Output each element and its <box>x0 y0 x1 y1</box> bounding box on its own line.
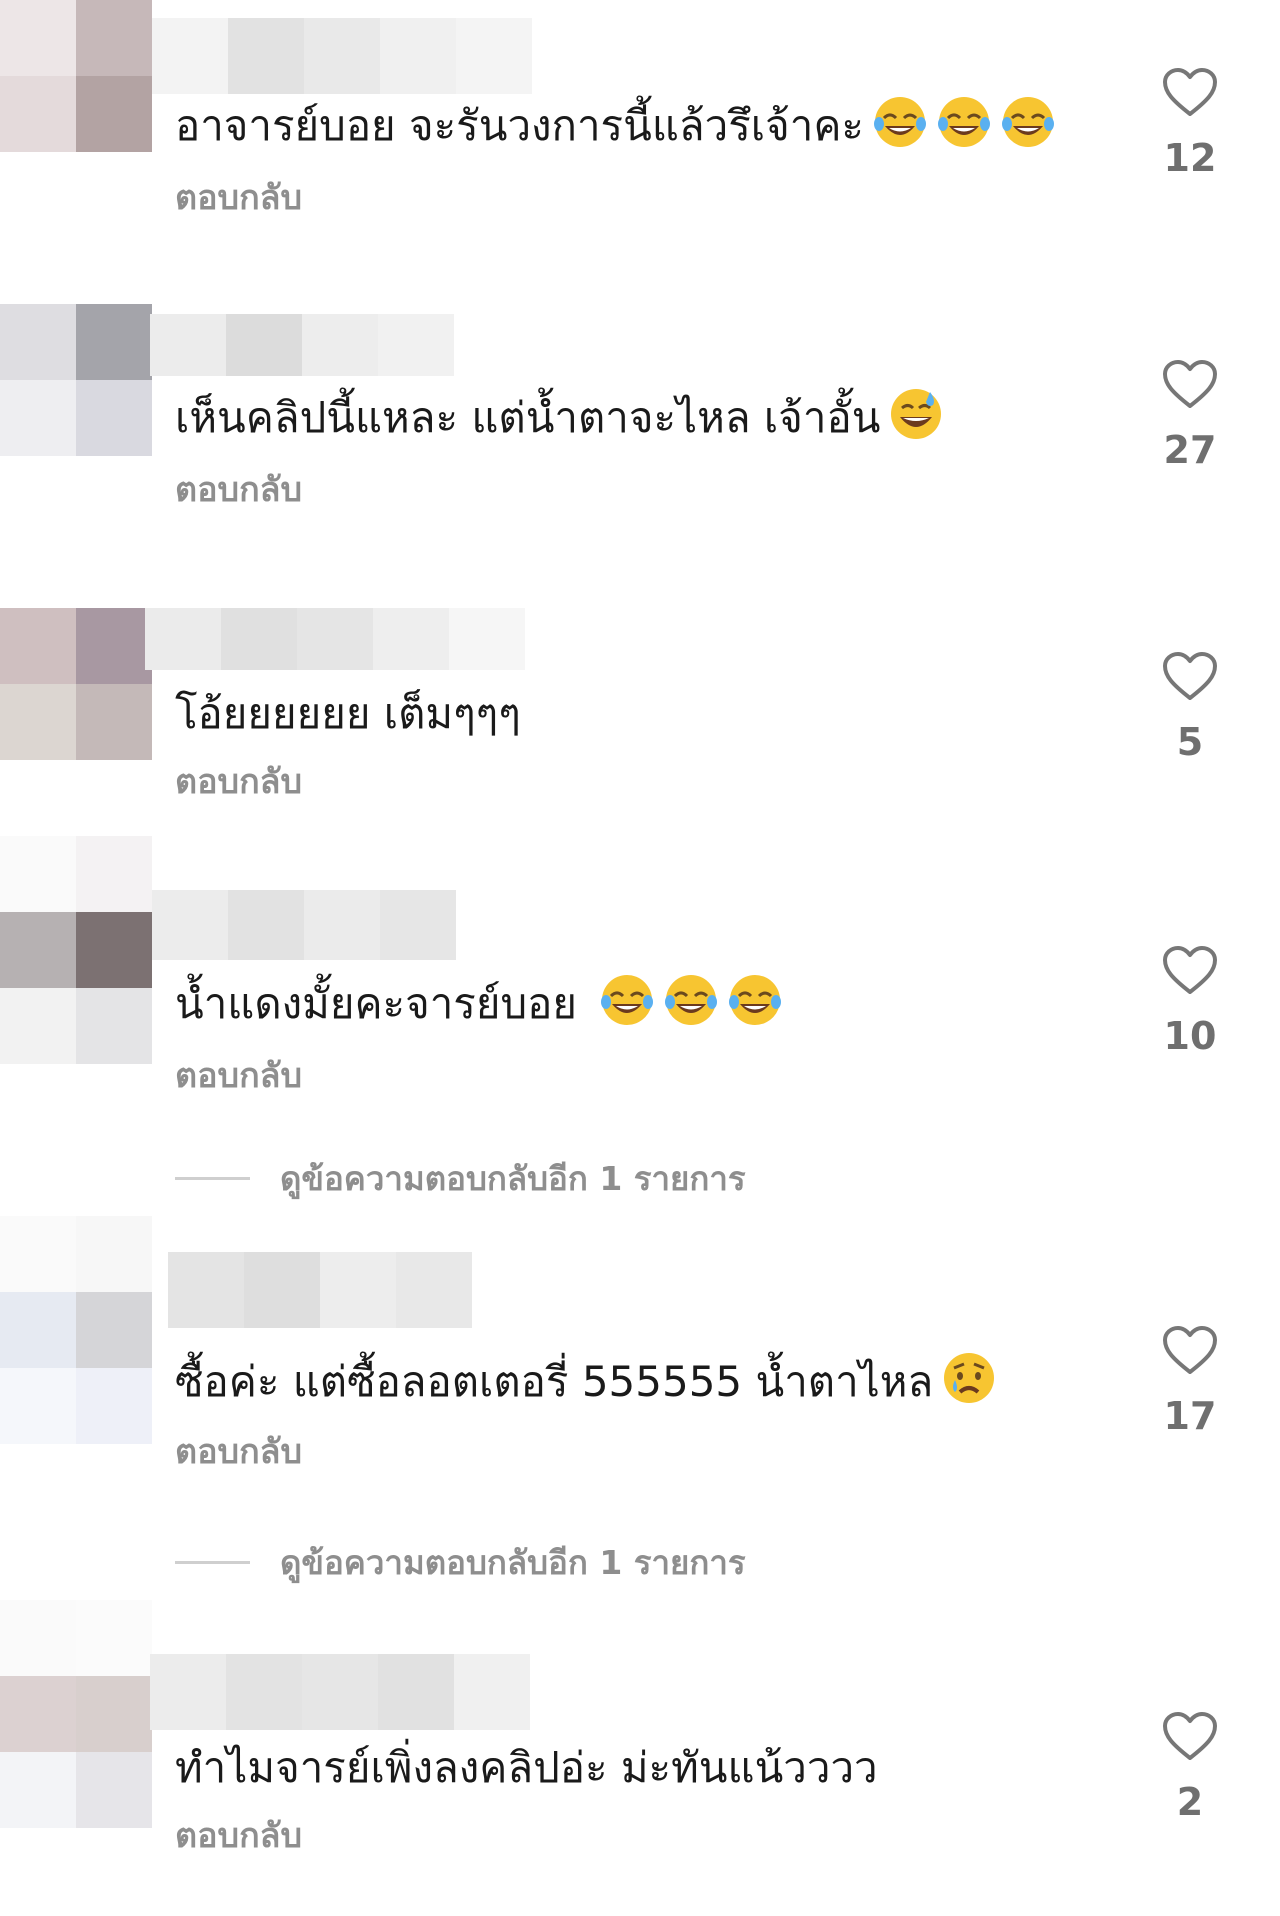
comment-text: ทำไมจารย์เพิ่งลงคลิปอ่ะ ม่ะทันแน้วววว <box>175 1743 878 1792</box>
comment-text: อาจารย์บอย จะรันวงการนี้แล้วรึเจ้าคะ <box>175 94 1056 154</box>
heart-outline-icon[interactable] <box>1150 1712 1230 1762</box>
username-redacted[interactable] <box>168 1252 472 1328</box>
face-with-tears-of-joy-icon <box>864 97 928 150</box>
reply-button[interactable]: ตอบกลับ <box>175 1814 302 1858</box>
comment-text: โอ้ยยยยยย เต็มๆๆๆ <box>175 689 521 738</box>
like-count: 2 <box>1176 1780 1204 1824</box>
avatar[interactable] <box>0 836 152 1064</box>
like-button[interactable]: 10 <box>1150 946 1230 1058</box>
heart-outline-icon[interactable] <box>1150 652 1230 702</box>
comment-text: น้ำแดงมั้ยคะจารย์บอย <box>175 972 783 1032</box>
reply-button[interactable]: ตอบกลับ <box>175 760 302 804</box>
reply-button[interactable]: ตอบกลับ <box>175 1054 302 1098</box>
like-button[interactable]: 5 <box>1150 652 1230 764</box>
like-button[interactable]: 2 <box>1150 1712 1230 1824</box>
view-more-replies-label: ดูข้อความตอบกลับอีก 1 รายการ <box>280 1158 746 1198</box>
like-count: 10 <box>1163 1014 1217 1058</box>
username-redacted[interactable] <box>152 18 532 94</box>
username-redacted[interactable] <box>145 608 525 670</box>
username-redacted[interactable] <box>152 890 456 960</box>
reply-button[interactable]: ตอบกลับ <box>175 468 302 512</box>
face-with-tears-of-joy-icon <box>719 975 783 1028</box>
avatar[interactable] <box>0 0 152 152</box>
avatar[interactable] <box>0 1216 152 1444</box>
reply-button[interactable]: ตอบกลับ <box>175 1430 302 1474</box>
face-with-tears-of-joy-icon <box>992 97 1056 150</box>
view-more-replies-label: ดูข้อความตอบกลับอีก 1 รายการ <box>280 1542 746 1582</box>
face-with-tears-of-joy-icon <box>928 97 992 150</box>
reply-button[interactable]: ตอบกลับ <box>175 176 302 220</box>
face-with-tears-of-joy-icon <box>591 975 655 1028</box>
comment-text: เห็นคลิปนี้แหละ แต่น้ำตาจะไหล เจ้าอั้น <box>175 386 944 446</box>
comment-text: ซื้อค่ะ แต่ซื้อลอตเตอรี่ 555555 น้ำตาไหล <box>175 1350 997 1410</box>
avatar[interactable] <box>0 1600 152 1828</box>
like-button[interactable]: 12 <box>1150 68 1230 180</box>
crying-face-icon <box>933 1353 997 1406</box>
face-with-tears-of-joy-icon <box>655 975 719 1028</box>
like-count: 5 <box>1176 720 1204 764</box>
grinning-face-with-sweat-icon <box>880 389 944 442</box>
comment-list: อาจารย์บอย จะรันวงการนี้แล้วรึเจ้าคะ ตอบ… <box>0 0 1280 1916</box>
divider-line <box>175 1560 250 1564</box>
heart-outline-icon[interactable] <box>1150 946 1230 996</box>
avatar[interactable] <box>0 608 152 760</box>
heart-outline-icon[interactable] <box>1150 68 1230 118</box>
avatar[interactable] <box>0 304 152 456</box>
view-more-replies-button[interactable]: ดูข้อความตอบกลับอีก 1 รายการ <box>175 1540 746 1584</box>
heart-outline-icon[interactable] <box>1150 1326 1230 1376</box>
like-count: 27 <box>1163 428 1217 472</box>
divider-line <box>175 1176 250 1180</box>
like-button[interactable]: 27 <box>1150 360 1230 472</box>
username-redacted[interactable] <box>150 1654 530 1730</box>
like-count: 17 <box>1163 1394 1217 1438</box>
like-count: 12 <box>1163 136 1217 180</box>
like-button[interactable]: 17 <box>1150 1326 1230 1438</box>
username-redacted[interactable] <box>150 314 454 376</box>
view-more-replies-button[interactable]: ดูข้อความตอบกลับอีก 1 รายการ <box>175 1156 746 1200</box>
heart-outline-icon[interactable] <box>1150 360 1230 410</box>
